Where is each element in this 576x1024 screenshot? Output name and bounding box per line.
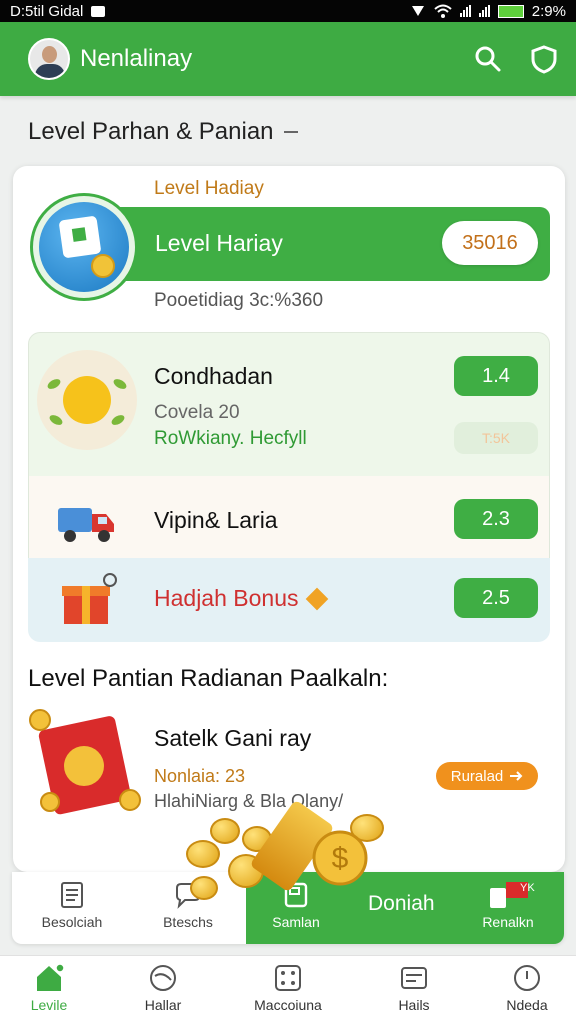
dice-icon [275,965,301,991]
collapse-dash-icon[interactable] [283,131,298,133]
card-icon [401,967,427,989]
action-item-4[interactable]: YK Renalkn [472,880,544,930]
globe-icon [150,965,176,991]
nav-label-1: Hallar [144,997,182,1013]
action-badge: YK [520,882,535,894]
vip-button[interactable]: 2.3 [454,499,538,539]
action-item-0[interactable]: Besolciah [36,880,108,930]
level-badge-icon [30,193,138,301]
avatar[interactable] [28,38,70,80]
level-progress-text: Pooetidiag 3c:%360 [154,290,324,311]
action-label-4: Renalkn [482,914,534,930]
nav-label-2: Maccoiuna [254,997,322,1013]
pack-claim-button[interactable]: Ruralad [436,762,538,790]
condition-status: RoWkiany. Hecfyll [154,428,307,449]
gift-icon [62,573,117,624]
bonus-title: Hadjah Bonus [154,585,328,612]
pack-title: Satelk Gani ray [154,725,312,751]
wifi-icon [434,4,452,18]
action-label-2: Samlan [272,914,320,930]
section-title: Level Parhan & Panian [28,118,298,146]
condition-button[interactable]: 1.4 [454,356,538,396]
diamond-icon [305,587,328,610]
status-bar: D:5til Gidal 2:9% [0,0,576,22]
signal-icon [459,5,471,17]
vip-title: Vipin& Laria [154,507,278,533]
truck-icon [58,508,114,542]
condition-ghost-button[interactable]: T:5K [454,422,538,454]
section-title-text: Level Parhan & Panian [28,118,274,145]
clock-icon [514,965,540,991]
bonus-title-text: Hadjah Bonus [154,585,299,611]
status-carrier-text: D:5til Gidal [10,2,84,20]
sun-icon [37,350,137,450]
pack-claim-label: Ruralad [450,767,504,785]
list-title: Level Pantian Radianan Paalkaln: [28,665,389,692]
dollar-coin-icon: $ [312,830,368,886]
level-bar-label: Level Hariay [155,230,283,256]
condition-subtitle: Covela 20 [154,402,240,423]
nav-item-maccoiuna[interactable]: Maccoiuna [243,963,333,1013]
app-title: Nenlalinay [80,45,193,72]
signal-icon-2 [478,5,490,17]
red-envelope-icon [29,709,141,815]
action-label-1: Bteschs [163,914,213,930]
battery-icon [497,4,524,18]
nav-item-ndeda[interactable]: Ndeda [482,963,572,1013]
location-icon [411,6,424,16]
shield-icon[interactable] [530,44,558,74]
svg-text:$: $ [332,842,349,875]
condition-title: Condhadan [154,363,273,389]
home-icon [37,963,65,991]
search-icon[interactable] [474,45,502,73]
nav-label-0: Levile [30,997,68,1013]
level-value-pill[interactable]: 35016 [442,221,538,265]
app-bar: Nenlalinay [0,22,576,96]
arrow-right-icon [510,771,523,781]
nav-item-hails[interactable]: Hails [369,963,459,1013]
action-label-0: Besolciah [41,914,103,930]
nav-label-3: Hails [398,997,430,1013]
document-icon [61,882,83,908]
nav-item-hallar[interactable]: Hallar [118,963,208,1013]
bonus-button[interactable]: 2.5 [454,578,538,618]
pack-subtitle: Nonlaia: 23 [154,766,246,786]
level-small-label: Level Hadiay [154,178,264,199]
notification-icon [91,5,106,17]
nav-item-levile[interactable]: Levile [4,963,94,1013]
nav-label-4: Ndeda [506,997,548,1013]
battery-percent: 2:9% [531,2,566,20]
